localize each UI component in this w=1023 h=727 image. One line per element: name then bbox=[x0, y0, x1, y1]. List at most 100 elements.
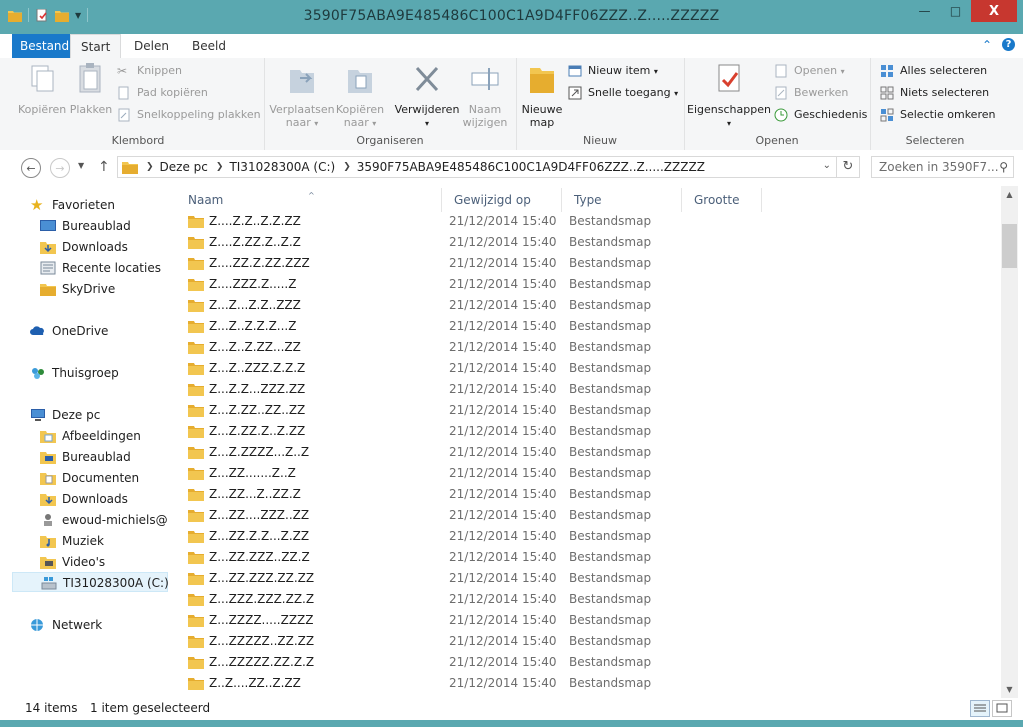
select-all-button[interactable]: Alles selecteren bbox=[880, 62, 987, 80]
close-button[interactable]: X bbox=[971, 0, 1017, 22]
column-header-type[interactable]: Type bbox=[562, 188, 682, 212]
table-row[interactable]: Z...ZZ.......Z..Z 21/12/2014 15:40 Bestand… bbox=[176, 463, 1001, 484]
rename-button[interactable]: Naam wijzigen bbox=[458, 62, 512, 129]
table-row[interactable]: Z....Z.ZZ.Z..Z.Z 21/12/2014 15:40 Bestands… bbox=[176, 232, 1001, 253]
nav-pc-documents[interactable]: Documenten bbox=[40, 468, 139, 488]
column-header-name[interactable]: ^ Naam bbox=[176, 188, 442, 212]
scroll-up-icon[interactable]: ▲ bbox=[1001, 186, 1018, 203]
copy-path-button[interactable]: Pad kopiëren bbox=[117, 84, 208, 102]
tab-start[interactable]: Start bbox=[70, 34, 122, 60]
copy-icon bbox=[31, 65, 54, 92]
maximize-button[interactable]: □ bbox=[940, 0, 971, 22]
select-none-button[interactable]: Niets selecteren bbox=[880, 84, 989, 102]
help-icon[interactable]: ? bbox=[1002, 38, 1015, 51]
table-row[interactable]: Z...Z.ZZ..ZZ..ZZ 21/12/2014 15:40 Bestands… bbox=[176, 400, 1001, 421]
table-row[interactable]: Z...ZZ.ZZZ.ZZ.ZZ 21/12/2014 15:40 Bestands… bbox=[176, 568, 1001, 589]
tab-file[interactable]: Bestand bbox=[12, 34, 78, 58]
column-header-modified[interactable]: Gewijzigd op bbox=[442, 188, 562, 212]
table-row[interactable]: Z...ZZ....ZZZ..ZZ 21/12/2014 15:40 Bestand… bbox=[176, 505, 1001, 526]
table-row[interactable]: Z...ZZ.Z.Z...Z.ZZ 21/12/2014 15:40 Bestand… bbox=[176, 526, 1001, 547]
nav-homegroup-label: Thuisgroep bbox=[52, 366, 119, 380]
search-icon[interactable]: ⚲ bbox=[999, 157, 1008, 177]
table-row[interactable]: Z...Z...Z.Z..ZZZ 21/12/2014 15:40 Bestands… bbox=[176, 295, 1001, 316]
breadcrumb-separator-icon[interactable]: ❯ bbox=[146, 162, 154, 172]
breadcrumb-this-pc[interactable]: Deze pc bbox=[160, 160, 208, 174]
table-row[interactable]: Z...ZZZZZ..ZZ.ZZ 21/12/2014 15:40 Bestands… bbox=[176, 631, 1001, 652]
table-row[interactable]: Z...ZZZ.ZZZ.ZZ.Z 21/12/2014 15:40 Bestands… bbox=[176, 589, 1001, 610]
recent-locations-dropdown-icon[interactable]: ▼ bbox=[78, 161, 84, 170]
table-row[interactable]: Z...Z..Z.Z.Z...Z 21/12/2014 15:40 Bestands… bbox=[176, 316, 1001, 337]
table-row[interactable]: Z...Z.ZZZZ...Z..Z 21/12/2014 15:40 Bestand… bbox=[176, 442, 1001, 463]
tab-view[interactable]: Beeld bbox=[182, 34, 236, 58]
collapse-ribbon-icon[interactable]: ⌃ bbox=[982, 38, 992, 52]
properties-button[interactable]: Eigenschappen ▾ bbox=[686, 62, 772, 130]
history-button[interactable]: Geschiedenis bbox=[774, 106, 867, 124]
back-button[interactable]: ← bbox=[21, 158, 41, 178]
nav-fav-desktop[interactable]: Bureaublad bbox=[40, 216, 131, 236]
nav-pc-videos[interactable]: Video's bbox=[40, 552, 105, 572]
nav-pc-desktop[interactable]: Bureaublad bbox=[40, 447, 131, 467]
title-bar[interactable]: ▼ 3590F75ABA9E485486C100C1A9D4FF06ZZZ..Z… bbox=[0, 0, 1023, 34]
nav-pc-pictures[interactable]: Afbeeldingen bbox=[40, 426, 141, 446]
vertical-scrollbar[interactable]: ▲ ▼ bbox=[1001, 186, 1018, 698]
scroll-thumb[interactable] bbox=[1002, 224, 1017, 268]
nav-onedrive[interactable]: OneDrive bbox=[30, 321, 108, 341]
nav-this-pc[interactable]: Deze pc bbox=[30, 405, 100, 425]
table-row[interactable]: Z...Z.ZZ.Z..Z.ZZ 21/12/2014 15:40 Bestands… bbox=[176, 421, 1001, 442]
address-bar[interactable]: ❯ Deze pc ❯ TI31028300A (C:) ❯ 3590F75AB… bbox=[117, 156, 860, 178]
cut-button[interactable]: ✂ Knippen bbox=[117, 62, 182, 80]
file-modified: 21/12/2014 15:40 bbox=[449, 508, 557, 522]
table-row[interactable]: Z...Z..Z.ZZ...ZZ 21/12/2014 15:40 Bestands… bbox=[176, 337, 1001, 358]
new-folder-button[interactable]: Nieuwe map bbox=[518, 62, 566, 129]
large-icons-view-button[interactable] bbox=[992, 700, 1012, 717]
address-dropdown-icon[interactable]: ⌄ bbox=[823, 160, 831, 171]
nav-fav-recent[interactable]: Recente locaties bbox=[40, 258, 161, 278]
table-row[interactable]: Z..Z....ZZ..Z.ZZ 21/12/2014 15:40 Bestands… bbox=[176, 673, 1001, 694]
up-arrow-icon[interactable]: ↑ bbox=[98, 159, 110, 175]
cut-label: Knippen bbox=[137, 64, 182, 77]
paste-button[interactable]: Plakken bbox=[68, 62, 114, 116]
nav-pc-downloads[interactable]: Downloads bbox=[40, 489, 128, 509]
scroll-down-icon[interactable]: ▼ bbox=[1001, 681, 1018, 698]
easy-access-button[interactable]: Snelle toegang ▾ bbox=[568, 84, 678, 102]
move-to-button[interactable]: Verplaatsen naar ▾ bbox=[268, 62, 336, 130]
table-row[interactable]: Z...ZZZZZ.ZZ.Z.Z 21/12/2014 15:40 Bestands… bbox=[176, 652, 1001, 673]
paste-shortcut-button[interactable]: Snelkoppeling plakken bbox=[117, 106, 261, 124]
table-row[interactable]: Z...ZZ.ZZZ..ZZ.Z 21/12/2014 15:40 Bestands… bbox=[176, 547, 1001, 568]
details-view-button[interactable] bbox=[970, 700, 990, 717]
invert-selection-button[interactable]: Selectie omkeren bbox=[880, 106, 995, 124]
nav-pc-music[interactable]: Muziek bbox=[40, 531, 104, 551]
table-row[interactable]: Z...Z.Z...ZZZ.ZZ 21/12/2014 15:40 Bestands… bbox=[176, 379, 1001, 400]
folder-icon bbox=[122, 162, 138, 174]
nav-homegroup[interactable]: Thuisgroep bbox=[30, 363, 119, 383]
nav-pc-user[interactable]: ewoud-michiels@hc bbox=[40, 510, 168, 530]
delete-button[interactable]: Verwijderen ▾ bbox=[392, 62, 462, 130]
breadcrumb-drive[interactable]: TI31028300A (C:) bbox=[229, 160, 335, 174]
column-header-size[interactable]: Grootte bbox=[682, 188, 762, 212]
tab-share[interactable]: Delen bbox=[124, 34, 179, 58]
forward-button[interactable]: → bbox=[50, 158, 70, 178]
copy-button[interactable]: Kopiëren bbox=[18, 62, 66, 116]
file-name: Z...ZZZZ.....ZZZZ bbox=[209, 613, 314, 627]
breadcrumb-separator-icon[interactable]: ❯ bbox=[216, 162, 224, 172]
copy-to-button[interactable]: Kopiëren naar ▾ bbox=[334, 62, 386, 130]
breadcrumb-folder[interactable]: 3590F75ABA9E485486C100C1A9D4FF06ZZZ..Z..… bbox=[357, 160, 705, 174]
table-row[interactable]: Z....Z.Z..Z.Z.ZZ 21/12/2014 15:40 Bestands… bbox=[176, 211, 1001, 232]
minimize-button[interactable]: — bbox=[909, 0, 940, 22]
nav-favorites[interactable]: ★ Favorieten bbox=[30, 195, 115, 215]
nav-fav-downloads[interactable]: Downloads bbox=[40, 237, 128, 257]
nav-network[interactable]: Netwerk bbox=[30, 615, 102, 635]
breadcrumb-separator-icon[interactable]: ❯ bbox=[343, 162, 351, 172]
table-row[interactable]: Z...Z..ZZZ.Z.Z.Z 21/12/2014 15:40 Bestands… bbox=[176, 358, 1001, 379]
table-row[interactable]: Z...ZZZZ.....ZZZZ 21/12/2014 15:40 Bestand… bbox=[176, 610, 1001, 631]
table-row[interactable]: Z....ZZ.Z.ZZ.ZZZ 21/12/2014 15:40 Bestands… bbox=[176, 253, 1001, 274]
search-input[interactable]: Zoeken in 3590F7... ⚲ bbox=[871, 156, 1014, 178]
nav-pc-drive-c[interactable]: TI31028300A (C:) bbox=[12, 572, 168, 592]
new-item-button[interactable]: Nieuw item ▾ bbox=[568, 62, 658, 80]
nav-fav-skydrive[interactable]: SkyDrive bbox=[40, 279, 115, 299]
open-button[interactable]: Openen ▾ bbox=[774, 62, 845, 80]
table-row[interactable]: Z...ZZ...Z..ZZ.Z 21/12/2014 15:40 Bestands… bbox=[176, 484, 1001, 505]
edit-button[interactable]: Bewerken bbox=[774, 84, 848, 102]
table-row[interactable]: Z....ZZZ.Z.....Z 21/12/2014 15:40 Bestands… bbox=[176, 274, 1001, 295]
refresh-icon[interactable]: ↻ bbox=[836, 157, 859, 177]
